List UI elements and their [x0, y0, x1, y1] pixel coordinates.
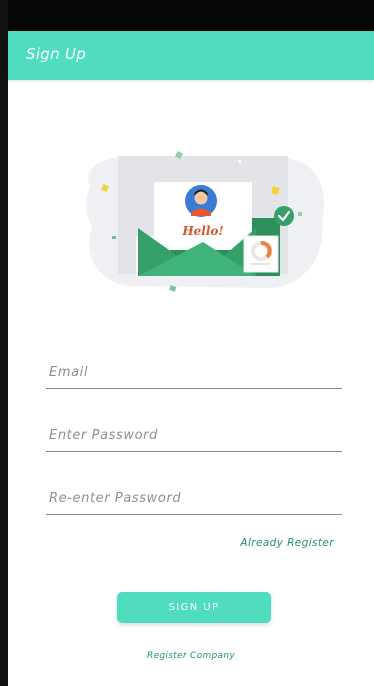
check-icon	[274, 206, 294, 226]
hello-envelope-illustration: Hello!	[86, 150, 325, 292]
status-bar	[8, 0, 374, 31]
app-bar: Sign Up	[8, 31, 374, 80]
avatar-icon	[185, 185, 217, 217]
pie-chart-card	[243, 235, 279, 273]
hello-text: Hello!	[181, 224, 223, 238]
app-screen: Sign Up Hello! Email Already Register SI…	[8, 0, 374, 686]
reenter-password-field[interactable]	[46, 474, 342, 515]
password-input[interactable]	[49, 428, 329, 443]
password-field[interactable]	[46, 411, 342, 452]
reenter-password-input[interactable]	[49, 491, 329, 506]
email-input[interactable]	[49, 365, 329, 380]
page-title: Sign Up	[26, 45, 87, 63]
already-register-link[interactable]: Already Register	[240, 537, 334, 549]
sign-up-button[interactable]: SIGN UP	[117, 592, 271, 623]
register-company-link[interactable]: Register Company	[8, 651, 374, 661]
email-field[interactable]	[46, 348, 342, 389]
